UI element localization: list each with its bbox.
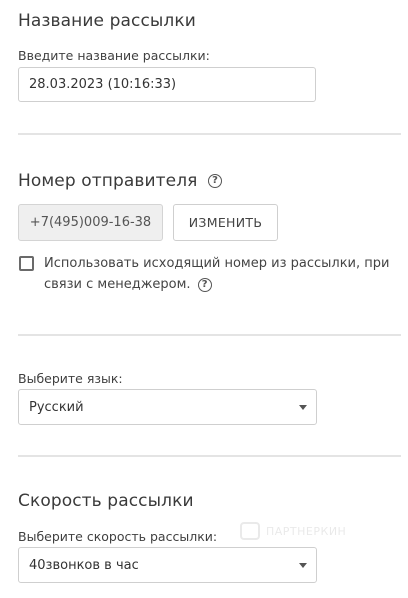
watermark: ПАРТНЕРКИН bbox=[240, 522, 346, 540]
mailing-name-input[interactable]: 28.03.2023 (10:16:33) bbox=[18, 67, 316, 102]
sender-phone-value: +7(495)009-16-38 bbox=[29, 215, 152, 230]
mailing-name-label: Введите название рассылки: bbox=[18, 48, 210, 63]
change-number-button[interactable]: ИЗМЕНИТЬ bbox=[173, 204, 278, 241]
language-selected-value: Русский bbox=[29, 399, 84, 415]
question-circle-icon[interactable]: ? bbox=[197, 277, 212, 292]
use-outgoing-number-label-text: Использовать исходящий номер из рассылки… bbox=[44, 256, 390, 292]
speed-selected-value: 40звонков в час bbox=[29, 557, 139, 573]
mailing-name-value: 28.03.2023 (10:16:33) bbox=[29, 77, 177, 92]
watermark-logo-icon bbox=[240, 522, 260, 540]
question-circle-icon[interactable]: ? bbox=[208, 174, 223, 188]
use-outgoing-number-checkbox[interactable] bbox=[19, 256, 34, 271]
language-select[interactable]: Русский bbox=[18, 389, 317, 425]
section-divider bbox=[18, 334, 401, 336]
mailing-name-title: Название рассылки bbox=[18, 11, 196, 31]
use-outgoing-number-label: Использовать исходящий номер из рассылки… bbox=[44, 253, 394, 295]
sender-phone-field: +7(495)009-16-38 bbox=[18, 204, 163, 241]
watermark-text: ПАРТНЕРКИН bbox=[266, 524, 347, 538]
section-divider bbox=[18, 133, 401, 135]
sender-number-title-text: Номер отправителя bbox=[18, 171, 198, 191]
speed-title: Скорость рассылки bbox=[18, 491, 194, 511]
sender-number-title: Номер отправителя ? bbox=[18, 171, 223, 191]
mailing-settings-form: Название рассылки Введите название рассы… bbox=[0, 0, 408, 598]
chevron-down-icon bbox=[299, 563, 307, 568]
chevron-down-icon bbox=[299, 405, 307, 410]
section-divider bbox=[18, 455, 401, 457]
speed-select[interactable]: 40звонков в час bbox=[18, 547, 317, 583]
language-label: Выберите язык: bbox=[18, 371, 123, 386]
speed-label: Выберите скорость рассылки: bbox=[18, 529, 218, 544]
